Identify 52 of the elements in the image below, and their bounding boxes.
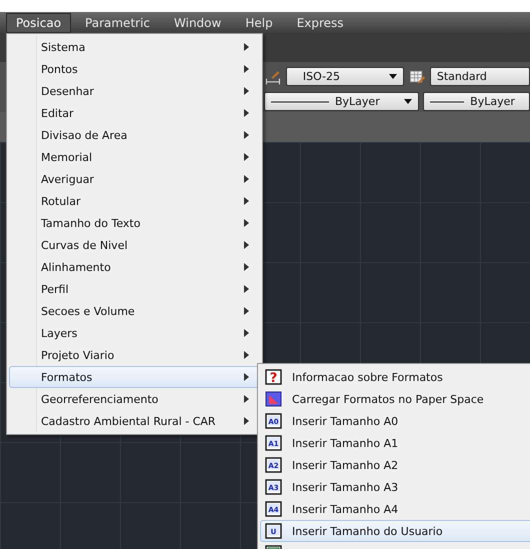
- menu-item[interactable]: Georreferenciamento: [9, 388, 260, 410]
- submenu-arrow-icon: [244, 153, 249, 161]
- menu-bar-item[interactable]: Window: [164, 12, 232, 32]
- linetype-dropdown[interactable]: ByLayer: [264, 92, 420, 111]
- menu-item[interactable]: Projeto Viario: [9, 344, 260, 366]
- submenu-arrow-icon: [244, 351, 249, 359]
- submenu-arrow-icon: [244, 197, 249, 205]
- submenu-arrow-icon: [244, 417, 249, 425]
- menu-bar-item[interactable]: Posicao: [6, 12, 72, 32]
- menu-item[interactable]: Divisao de Area: [9, 124, 260, 146]
- menu-item[interactable]: Secoes e Volume: [9, 300, 260, 322]
- submenu-arrow-icon: [244, 285, 249, 293]
- line-sample-icon: [430, 100, 464, 102]
- submenu-arrow-icon: [244, 307, 249, 315]
- submenu-arrow-icon: [244, 373, 249, 381]
- menu-item[interactable]: Pontos: [9, 58, 260, 80]
- menu-item[interactable]: Alinhamento: [9, 256, 260, 278]
- menu-item[interactable]: Tamanho do Texto: [9, 212, 260, 234]
- dimension-style-dropdown[interactable]: ISO-25: [286, 67, 404, 86]
- menu-item[interactable]: Memorial: [9, 146, 260, 168]
- submenu-arrow-icon: [244, 87, 249, 95]
- menu-bar-item[interactable]: Express: [286, 12, 354, 32]
- lineweight-dropdown[interactable]: ByLayer: [423, 92, 530, 111]
- submenu-arrow-icon: [244, 395, 249, 403]
- paper-space-icon: [265, 391, 283, 407]
- menu-item[interactable]: Averiguar: [9, 168, 260, 190]
- submenu-arrow-icon: [244, 43, 249, 51]
- menu-item[interactable]: Editar: [9, 102, 260, 124]
- table-style-dropdown[interactable]: Standard: [430, 67, 530, 86]
- menu-item[interactable]: Layers: [9, 322, 260, 344]
- menu-bar-item[interactable]: Parametric: [75, 12, 160, 32]
- submenu-arrow-icon: [244, 329, 249, 337]
- dropdown-arrow-icon: [404, 99, 412, 104]
- submenu-arrow-icon: [244, 219, 249, 227]
- menu-item[interactable]: ? Informacao sobre Formatos: [260, 366, 530, 388]
- dropdown-arrow-icon: [388, 74, 397, 79]
- menu-item[interactable]: Rotular: [9, 190, 260, 212]
- submenu-arrow-icon: [244, 241, 249, 249]
- submenu-arrow-icon: [244, 263, 249, 271]
- menu-bar-item[interactable]: Help: [235, 12, 283, 32]
- help-icon: ?: [265, 369, 283, 385]
- menu-item[interactable]: Perfil: [9, 278, 260, 300]
- menu-item[interactable]: Curvas de Nivel: [9, 234, 260, 256]
- menu-item[interactable]: Formatos: [9, 366, 260, 388]
- submenu-arrow-icon: [244, 175, 249, 183]
- menu-item[interactable]: Cadastro Ambiental Rural - CAR: [9, 410, 260, 432]
- menu-item[interactable]: Carregar Formatos no Paper Space: [260, 388, 530, 410]
- menu-item[interactable]: Desenhar: [9, 80, 260, 102]
- submenu-arrow-icon: [244, 65, 249, 73]
- line-sample-icon: [271, 100, 329, 102]
- submenu-arrow-icon: [244, 109, 249, 117]
- submenu-arrow-icon: [244, 131, 249, 139]
